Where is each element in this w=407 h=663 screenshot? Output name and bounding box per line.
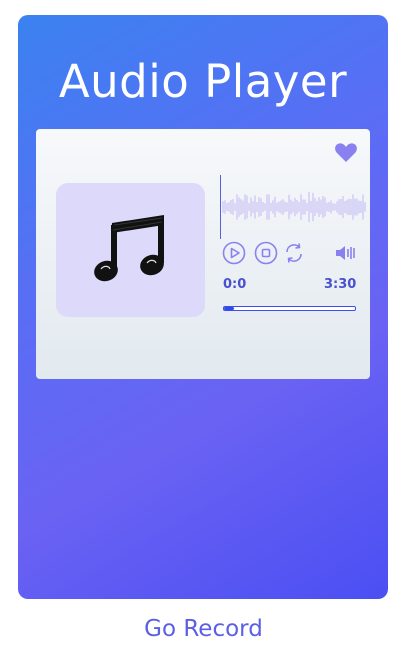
- play-button[interactable]: [222, 241, 246, 265]
- play-icon: [222, 241, 246, 265]
- total-time: 3:30: [324, 277, 357, 292]
- album-art: [56, 183, 205, 317]
- page-title: Audio Player: [58, 55, 348, 108]
- waveform[interactable]: [220, 175, 368, 239]
- volume-icon: [336, 246, 355, 260]
- music-note-icon: [94, 215, 164, 282]
- stop-icon: [254, 241, 278, 265]
- repeat-icon: [286, 243, 302, 263]
- player-panel: 0:0 3:30: [36, 129, 370, 379]
- repeat-button[interactable]: [282, 241, 306, 265]
- go-record-link[interactable]: Go Record: [0, 616, 407, 642]
- playback-controls: [222, 241, 356, 267]
- stop-button[interactable]: [254, 241, 278, 265]
- volume-button[interactable]: [334, 241, 358, 265]
- heart-icon: [335, 143, 357, 162]
- progress-bar[interactable]: [223, 306, 356, 311]
- favorite-button[interactable]: [334, 141, 358, 163]
- progress-fill: [224, 307, 235, 310]
- audio-player-card: Audio Player 0:0 3:30: [18, 15, 388, 599]
- current-time: 0:0: [223, 277, 247, 292]
